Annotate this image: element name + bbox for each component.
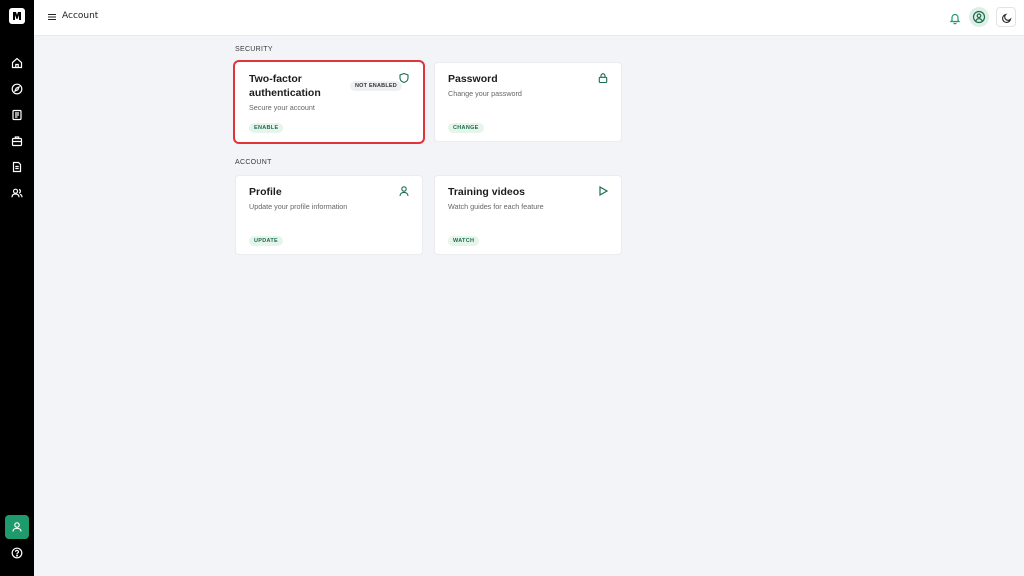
hamburger-menu-icon[interactable]: [46, 11, 58, 23]
lock-icon: [597, 72, 609, 84]
update-button[interactable]: UPDATE: [249, 236, 284, 246]
enable-button[interactable]: ENABLE: [249, 123, 284, 133]
password-card[interactable]: Password Change your password CHANGE: [434, 62, 622, 142]
section-label-account: ACCOUNT: [235, 159, 272, 166]
card-description: Secure your account: [249, 103, 315, 112]
users-icon[interactable]: [9, 185, 25, 201]
bell-icon[interactable]: [948, 10, 962, 25]
play-icon: [597, 185, 609, 197]
home-icon[interactable]: [9, 55, 25, 71]
sidebar: [0, 0, 34, 576]
card-description: Change your password: [448, 89, 522, 98]
card-description: Watch guides for each feature: [448, 202, 544, 211]
card-title: Training videos: [448, 186, 526, 198]
card-description: Update your profile information: [249, 202, 348, 211]
profile-card[interactable]: Profile Update your profile information …: [235, 175, 423, 255]
app-logo[interactable]: [9, 8, 25, 24]
user-icon: [398, 185, 410, 197]
profile-shortcut-button[interactable]: [5, 515, 29, 539]
help-icon[interactable]: [9, 545, 25, 561]
status-badge: NOT ENABLED: [350, 81, 402, 91]
document-icon[interactable]: [9, 159, 25, 175]
card-title: Profile: [249, 186, 282, 198]
training-videos-card[interactable]: Training videos Watch guides for each fe…: [434, 175, 622, 255]
briefcase-icon[interactable]: [9, 133, 25, 149]
card-title: Two-factor authentication: [249, 73, 321, 99]
shield-icon: [398, 72, 410, 84]
top-bar: Account: [34, 0, 1024, 36]
two-factor-card[interactable]: Two-factor authentication NOT ENABLED Se…: [233, 60, 425, 144]
watch-button[interactable]: WATCH: [448, 236, 480, 246]
dark-mode-toggle[interactable]: [996, 7, 1016, 27]
section-label-security: SECURITY: [235, 46, 273, 53]
user-avatar-button[interactable]: [969, 7, 989, 27]
moon-icon: [1002, 13, 1012, 23]
change-button[interactable]: CHANGE: [448, 123, 484, 133]
ledger-icon[interactable]: [9, 107, 25, 123]
card-title: Password: [448, 73, 498, 85]
page-title: Account: [62, 11, 99, 21]
compass-icon[interactable]: [9, 81, 25, 97]
